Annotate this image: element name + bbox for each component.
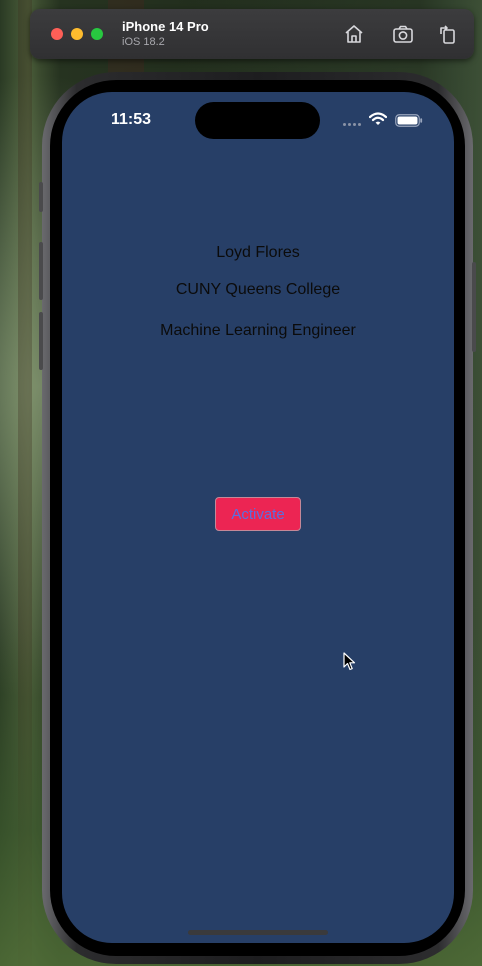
profile-school: CUNY Queens College — [175, 281, 341, 298]
status-time: 11:53 — [111, 111, 152, 128]
side-button — [472, 262, 476, 352]
rotate-icon[interactable] — [436, 22, 460, 46]
battery-icon — [395, 114, 423, 127]
app-screen: 11:53 Loyd Flores CUNY Queens College Ma… — [62, 92, 454, 943]
mouse-cursor-icon — [343, 652, 356, 671]
side-button — [39, 312, 43, 370]
profile-name: Loyd Flores — [216, 244, 300, 261]
side-button — [39, 182, 43, 212]
wifi-icon — [369, 112, 387, 125]
cellular-icon — [343, 123, 363, 126]
minimize-window-button[interactable] — [71, 28, 83, 40]
device-name: iPhone 14 Pro — [122, 19, 209, 34]
activate-button[interactable]: Activate — [215, 497, 301, 531]
simulator-title-bar: iPhone 14 Pro iOS 18.2 — [30, 9, 474, 59]
home-indicator[interactable] — [188, 930, 328, 935]
maximize-window-button[interactable] — [91, 28, 103, 40]
profile-role: Machine Learning Engineer — [160, 322, 356, 339]
dynamic-island — [195, 102, 320, 139]
home-icon[interactable] — [342, 22, 366, 46]
side-button — [39, 242, 43, 300]
screenshot-icon[interactable] — [391, 22, 415, 46]
os-version: iOS 18.2 — [122, 36, 165, 48]
close-window-button[interactable] — [51, 28, 63, 40]
